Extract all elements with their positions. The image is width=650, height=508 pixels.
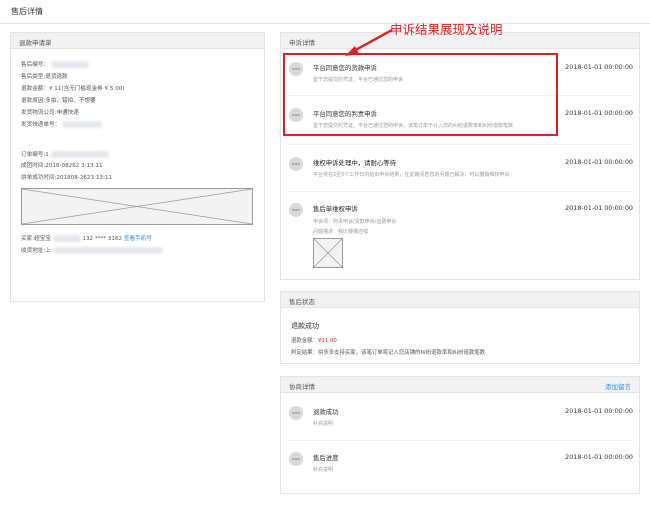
entry-time: 2018-01-01 00:00:00: [565, 158, 633, 166]
avatar-icon: icon: [289, 406, 303, 420]
negotiation-entry: icon 售后进度 2018-01-01 00:00:00 补充说明: [289, 452, 633, 476]
masked-value: [50, 61, 89, 68]
logistics-company: 发货物流公司:申通快递: [21, 110, 79, 116]
entry-desc: 平台将在2至5个工作日内给出申诉结果，在此期间若您的问题已解决，可以撤销维权申诉: [313, 172, 510, 178]
avatar-icon: icon: [289, 157, 303, 171]
product-image-placeholder: [21, 188, 253, 225]
avatar-icon: icon: [289, 452, 303, 466]
entry-title: 售后进度: [313, 454, 339, 462]
entry-desc-2: 问题描述：我比赛撸还嘿: [313, 229, 369, 235]
address-row: 收货地址:上: [21, 246, 163, 254]
success-time: 拼单成功时间:201808-2623:13:11: [21, 175, 113, 181]
avatar-icon: icon: [289, 203, 303, 217]
judgement-result: 判定结果：拼多多支持买家，该笔订单将记入您店铺的纠纷退款率和纠纷退款笔数: [291, 350, 486, 356]
divider: [289, 144, 633, 145]
after-sale-status-heading: 售后状态: [281, 292, 639, 308]
divider: [289, 191, 633, 192]
masked-value: [50, 151, 109, 158]
masked-value: [52, 235, 81, 242]
buyer-row: 买家:超宝宝 132 **** 3162 查看手机号: [21, 234, 152, 242]
annotation-text: 申诉结果展现及说明: [390, 22, 503, 37]
page-title: 售后详情: [11, 7, 43, 16]
masked-value: [61, 121, 102, 128]
refund-request-panel: 退款申请单 售后编号： 售后类型:退货退款 退款金额：¥ 11(含无门槛现金券 …: [10, 32, 265, 302]
amount-label: 退款金额：: [291, 338, 318, 344]
complaint-entry: icon 售后单维权申诉 2018-01-01 00:00:00 申诉项：判责申…: [289, 203, 633, 275]
entry-time: 2018-01-01 00:00:00: [565, 109, 633, 117]
order-no: 订单编号:1: [21, 152, 49, 158]
view-phone-link[interactable]: 查看手机号: [124, 236, 152, 242]
page-header: 售后详情: [0, 0, 650, 24]
masked-value: [52, 247, 163, 254]
highlight-box: [283, 53, 558, 136]
entry-time: 2018-01-01 00:00:00: [565, 453, 633, 461]
negotiation-details-panel: 协商详情 添加留言 icon 退款成功 2018-01-01 00:00:00 …: [280, 376, 640, 494]
amount-value: ¥11.00: [317, 338, 337, 344]
refund-request-heading: 退款申请单: [11, 33, 264, 49]
entry-title: 售后单维权申诉: [313, 205, 358, 213]
refund-amount-row: 退款金额：¥11.00: [291, 336, 337, 344]
entry-title: 退款成功: [313, 408, 339, 416]
divider: [289, 440, 633, 441]
complaint-entry: icon 维权申诉处理中，请耐心等待 2018-01-01 00:00:00 平…: [289, 157, 633, 181]
status-title: 退款成功: [291, 322, 319, 330]
after-sale-status-panel: 售后状态 退款成功 退款金额：¥11.00 判定结果：拼多多支持买家，该笔订单将…: [280, 291, 640, 364]
refund-amount: 退款金额：¥ 11(含无门槛现金券 ¥ 5.00): [21, 86, 125, 92]
after-sale-no: 售后编号：: [21, 62, 49, 68]
entry-title: 维权申诉处理中，请耐心等待: [313, 159, 397, 167]
entry-desc: 补充说明: [313, 467, 334, 473]
evidence-image-placeholder[interactable]: [313, 238, 343, 268]
shipping-address: 收货地址:上: [21, 248, 51, 254]
negotiation-details-heading: 协商详情 添加留言: [281, 377, 639, 393]
buyer-phone: 132 **** 3162: [82, 236, 123, 242]
entry-time: 2018-01-01 00:00:00: [565, 407, 633, 415]
order-no-row: 订单编号:1: [21, 150, 109, 158]
refund-reason: 退款原因:多拍、错拍、不想要: [21, 98, 96, 104]
deal-time: 成团时间:2018-08262 3:13:11: [21, 163, 103, 169]
entry-time: 2018-01-01 00:00:00: [565, 204, 633, 212]
negotiation-heading-text: 协商详情: [289, 383, 315, 391]
entry-time: 2018-01-01 00:00:00: [565, 63, 633, 71]
tracking-no-row: 发货快递单号：: [21, 120, 102, 128]
entry-desc: 补充说明: [313, 421, 334, 427]
tracking-no: 发货快递单号：: [21, 122, 61, 128]
buyer-label: 买家:超宝宝: [21, 236, 51, 242]
after-sale-no-row: 售后编号：: [21, 60, 89, 68]
add-message-link[interactable]: 添加留言: [605, 381, 631, 391]
negotiation-entry: icon 退款成功 2018-01-01 00:00:00 补充说明: [289, 406, 633, 430]
after-sale-type: 售后类型:退货退款: [21, 74, 68, 80]
entry-desc: 申诉项：判责申诉/货款申诉/运费申诉: [313, 219, 397, 225]
